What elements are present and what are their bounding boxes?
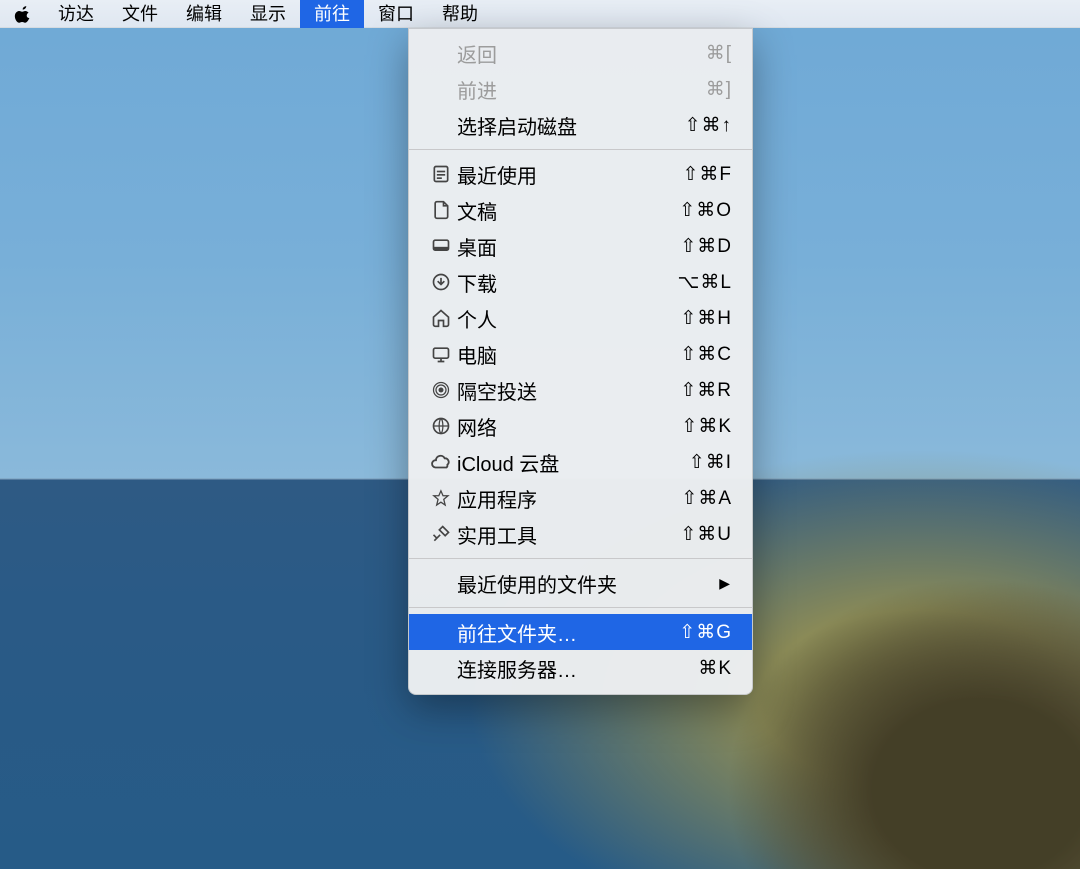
menu-recent-folders[interactable]: 最近使用的文件夹 ▶ — [409, 565, 752, 601]
home-icon — [427, 308, 455, 328]
airdrop-icon — [427, 380, 455, 400]
menu-go[interactable]: 前往 — [300, 0, 364, 28]
menu-computer-shortcut: ⇧⌘C — [680, 343, 732, 366]
submenu-arrow-icon: ▶ — [719, 575, 730, 592]
menu-separator — [409, 607, 752, 608]
menu-documents-label: 文稿 — [455, 196, 679, 225]
menu-network[interactable]: 网络 ⇧⌘K — [409, 408, 752, 444]
icloud-icon — [427, 452, 455, 472]
documents-icon — [427, 200, 455, 220]
menu-utilities-label: 实用工具 — [455, 520, 680, 549]
menu-startup-disk-label: 选择启动磁盘 — [455, 111, 685, 140]
recents-icon — [427, 164, 455, 184]
menu-connect-server[interactable]: 连接服务器… ⌘K — [409, 650, 752, 686]
menu-airdrop-shortcut: ⇧⌘R — [680, 379, 732, 402]
menu-recents-shortcut: ⇧⌘F — [682, 163, 732, 186]
applications-icon — [427, 488, 455, 508]
menu-recents[interactable]: 最近使用 ⇧⌘F — [409, 156, 752, 192]
menu-network-label: 网络 — [455, 412, 681, 441]
utilities-icon — [427, 524, 455, 544]
desktop-icon — [427, 236, 455, 256]
network-icon — [427, 416, 455, 436]
menu-airdrop[interactable]: 隔空投送 ⇧⌘R — [409, 372, 752, 408]
menu-edit[interactable]: 编辑 — [172, 0, 236, 28]
menu-icloud-label: iCloud 云盘 — [455, 448, 689, 477]
menu-home-shortcut: ⇧⌘H — [680, 307, 732, 330]
menu-back-label: 返回 — [455, 39, 706, 68]
menu-applications-label: 应用程序 — [455, 484, 681, 513]
menu-documents-shortcut: ⇧⌘O — [679, 199, 732, 222]
menu-utilities-shortcut: ⇧⌘U — [680, 523, 732, 546]
menu-view[interactable]: 显示 — [236, 0, 300, 28]
menu-documents[interactable]: 文稿 ⇧⌘O — [409, 192, 752, 228]
computer-icon — [427, 344, 455, 364]
menu-back: 返回 ⌘[ — [409, 35, 752, 71]
menu-connect-server-shortcut: ⌘K — [698, 657, 732, 680]
menu-desktop[interactable]: 桌面 ⇧⌘D — [409, 228, 752, 264]
menu-downloads-shortcut: ⌥⌘L — [678, 271, 732, 294]
menu-finder[interactable]: 访达 — [44, 0, 108, 28]
menu-forward-label: 前进 — [455, 75, 706, 104]
menu-network-shortcut: ⇧⌘K — [681, 415, 732, 438]
menu-airdrop-label: 隔空投送 — [455, 376, 680, 405]
menu-recent-folders-label: 最近使用的文件夹 — [455, 569, 732, 598]
menu-forward: 前进 ⌘] — [409, 71, 752, 107]
menu-desktop-label: 桌面 — [455, 232, 680, 261]
apple-logo-icon — [14, 5, 32, 23]
menu-startup-disk-shortcut: ⇧⌘↑ — [685, 114, 732, 137]
menu-connect-server-label: 连接服务器… — [455, 654, 698, 683]
menu-computer-label: 电脑 — [455, 340, 680, 369]
menu-go-to-folder-label: 前往文件夹… — [455, 618, 679, 647]
menu-startup-disk[interactable]: 选择启动磁盘 ⇧⌘↑ — [409, 107, 752, 143]
menu-help[interactable]: 帮助 — [428, 0, 492, 28]
menubar: 访达 文件 编辑 显示 前往 窗口 帮助 — [0, 0, 1080, 28]
menu-window[interactable]: 窗口 — [364, 0, 428, 28]
menu-recents-label: 最近使用 — [455, 160, 682, 189]
menu-file[interactable]: 文件 — [108, 0, 172, 28]
menu-separator — [409, 149, 752, 150]
menu-utilities[interactable]: 实用工具 ⇧⌘U — [409, 516, 752, 552]
menu-applications-shortcut: ⇧⌘A — [681, 487, 732, 510]
menu-downloads[interactable]: 下载 ⌥⌘L — [409, 264, 752, 300]
menu-computer[interactable]: 电脑 ⇧⌘C — [409, 336, 752, 372]
downloads-icon — [427, 272, 455, 292]
menu-back-shortcut: ⌘[ — [706, 42, 732, 65]
menu-desktop-shortcut: ⇧⌘D — [680, 235, 732, 258]
menu-icloud-shortcut: ⇧⌘I — [689, 451, 732, 474]
menu-go-to-folder-shortcut: ⇧⌘G — [679, 621, 732, 644]
menu-go-to-folder[interactable]: 前往文件夹… ⇧⌘G — [409, 614, 752, 650]
menu-icloud[interactable]: iCloud 云盘 ⇧⌘I — [409, 444, 752, 480]
menu-forward-shortcut: ⌘] — [706, 78, 732, 101]
apple-menu[interactable] — [14, 5, 44, 23]
menu-downloads-label: 下载 — [455, 268, 678, 297]
menu-home[interactable]: 个人 ⇧⌘H — [409, 300, 752, 336]
menu-applications[interactable]: 应用程序 ⇧⌘A — [409, 480, 752, 516]
go-menu-dropdown: 返回 ⌘[ 前进 ⌘] 选择启动磁盘 ⇧⌘↑ 最近使用 ⇧⌘F 文稿 ⇧⌘O 桌… — [408, 28, 753, 695]
menu-home-label: 个人 — [455, 304, 680, 333]
menu-separator — [409, 558, 752, 559]
